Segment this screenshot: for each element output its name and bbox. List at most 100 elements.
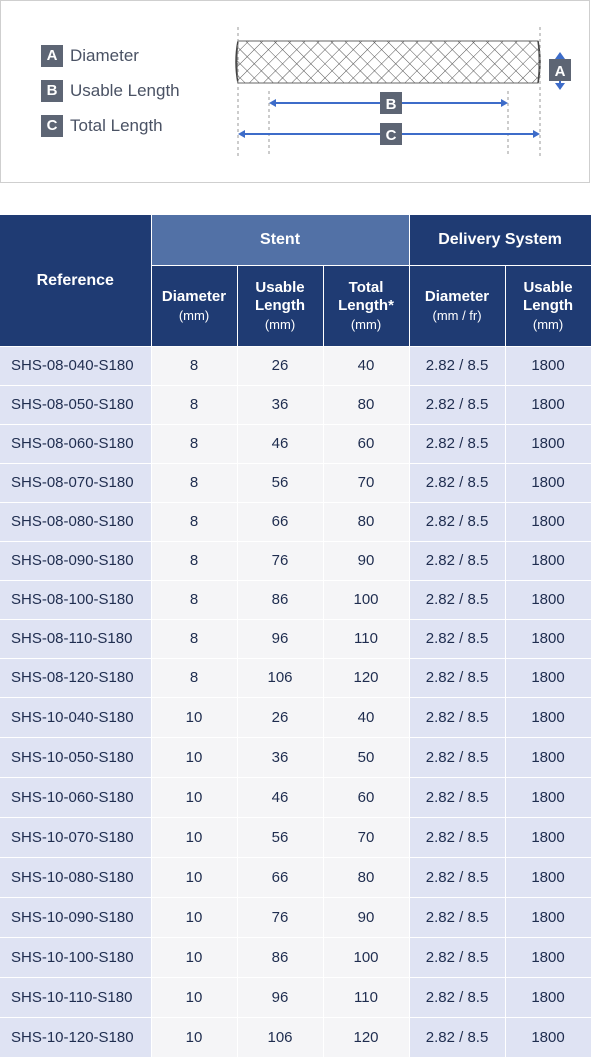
- table-row: SHS-08-090-S180 8 76 90 2.82 / 8.5 1800: [0, 541, 591, 581]
- cell-reference: SHS-08-040-S180: [0, 346, 152, 386]
- cell-stent-diameter: 8: [151, 619, 238, 659]
- table-row: SHS-10-100-S180 10 86 100 2.82 / 8.5 1800: [0, 937, 591, 978]
- table-row: SHS-10-120-S180 10 106 120 2.82 / 8.5 1800: [0, 1017, 591, 1058]
- cell-reference: SHS-08-050-S180: [0, 385, 152, 425]
- cell-stent-usable-length: 96: [237, 619, 324, 659]
- cell-delivery-usable-length: 1800: [505, 424, 591, 464]
- cell-stent-total-length: 60: [323, 777, 410, 818]
- header-delivery-diameter-unit: (mm / fr): [432, 307, 482, 323]
- cell-stent-usable-length: 26: [237, 346, 324, 386]
- cell-stent-usable-length: 86: [237, 937, 324, 978]
- cell-stent-total-length: 40: [323, 696, 410, 738]
- cell-stent-total-length: 100: [323, 580, 410, 620]
- cell-stent-diameter: 10: [151, 817, 238, 858]
- table-row: SHS-08-060-S180 8 46 60 2.82 / 8.5 1800: [0, 424, 591, 464]
- cell-stent-diameter: 8: [151, 385, 238, 425]
- cell-delivery-diameter: 2.82 / 8.5: [409, 658, 506, 698]
- cell-stent-usable-length: 76: [237, 897, 324, 938]
- cell-stent-total-length: 110: [323, 619, 410, 659]
- cell-delivery-diameter: 2.82 / 8.5: [409, 817, 506, 858]
- product-spec-table-wrapper: Reference Stent Delivery System Diameter…: [0, 215, 591, 1058]
- cell-stent-usable-length: 56: [237, 463, 324, 503]
- cell-reference: SHS-10-050-S180: [0, 737, 152, 778]
- marker-a: A: [555, 63, 566, 80]
- cell-delivery-usable-length: 1800: [505, 897, 591, 938]
- diameter-arrow: A: [549, 52, 571, 90]
- cell-stent-total-length: 80: [323, 385, 410, 425]
- cell-stent-usable-length: 26: [237, 696, 324, 738]
- cell-reference: SHS-10-080-S180: [0, 857, 152, 898]
- header-stent-diameter: Diameter (mm): [151, 265, 238, 347]
- cell-delivery-diameter: 2.82 / 8.5: [409, 619, 506, 659]
- cell-stent-diameter: 10: [151, 696, 238, 738]
- cell-delivery-usable-length: 1800: [505, 580, 591, 620]
- marker-b: B: [386, 96, 397, 113]
- cell-stent-usable-length: 36: [237, 385, 324, 425]
- table-row: SHS-10-060-S180 10 46 60 2.82 / 8.5 1800: [0, 777, 591, 818]
- cell-stent-usable-length: 96: [237, 977, 324, 1018]
- cell-delivery-usable-length: 1800: [505, 502, 591, 542]
- marker-c: C: [386, 127, 397, 144]
- cell-stent-diameter: 10: [151, 737, 238, 778]
- table-row: SHS-08-050-S180 8 36 80 2.82 / 8.5 1800: [0, 385, 591, 425]
- cell-delivery-diameter: 2.82 / 8.5: [409, 937, 506, 978]
- cell-stent-diameter: 8: [151, 424, 238, 464]
- cell-stent-usable-length: 46: [237, 424, 324, 464]
- cell-delivery-usable-length: 1800: [505, 463, 591, 503]
- table-row: SHS-08-040-S180 8 26 40 2.82 / 8.5 1800: [0, 346, 591, 386]
- cell-delivery-usable-length: 1800: [505, 777, 591, 818]
- cell-reference: SHS-08-090-S180: [0, 541, 152, 581]
- cell-delivery-usable-length: 1800: [505, 817, 591, 858]
- header-stent-total-length: Total Length* (mm): [323, 265, 410, 347]
- cell-delivery-usable-length: 1800: [505, 857, 591, 898]
- cell-stent-total-length: 70: [323, 817, 410, 858]
- cell-delivery-diameter: 2.82 / 8.5: [409, 541, 506, 581]
- header-reference: Reference: [0, 215, 152, 347]
- cell-delivery-diameter: 2.82 / 8.5: [409, 737, 506, 778]
- cell-stent-diameter: 8: [151, 502, 238, 542]
- cell-stent-diameter: 10: [151, 977, 238, 1018]
- table-row: SHS-10-070-S180 10 56 70 2.82 / 8.5 1800: [0, 817, 591, 858]
- cell-stent-total-length: 80: [323, 502, 410, 542]
- cell-reference: SHS-08-100-S180: [0, 580, 152, 620]
- usable-length-arrow: B: [269, 92, 508, 114]
- cell-delivery-diameter: 2.82 / 8.5: [409, 897, 506, 938]
- cell-delivery-diameter: 2.82 / 8.5: [409, 777, 506, 818]
- cell-delivery-diameter: 2.82 / 8.5: [409, 857, 506, 898]
- table-row: SHS-08-100-S180 8 86 100 2.82 / 8.5 1800: [0, 580, 591, 620]
- cell-stent-total-length: 90: [323, 897, 410, 938]
- table-row: SHS-08-070-S180 8 56 70 2.82 / 8.5 1800: [0, 463, 591, 503]
- table-row: SHS-10-090-S180 10 76 90 2.82 / 8.5 1800: [0, 897, 591, 938]
- stent-illustration: A B C: [235, 27, 571, 156]
- cell-delivery-usable-length: 1800: [505, 1017, 591, 1058]
- cell-reference: SHS-10-060-S180: [0, 777, 152, 818]
- legend-label-diameter: Diameter: [70, 46, 139, 65]
- table-row: SHS-10-110-S180 10 96 110 2.82 / 8.5 1800: [0, 977, 591, 1018]
- header-delivery-usable-length: Usable Length (mm): [505, 265, 591, 347]
- cell-stent-diameter: 8: [151, 541, 238, 581]
- cell-delivery-diameter: 2.82 / 8.5: [409, 424, 506, 464]
- cell-stent-usable-length: 106: [237, 1017, 324, 1058]
- cell-reference: SHS-08-080-S180: [0, 502, 152, 542]
- cell-delivery-usable-length: 1800: [505, 346, 591, 386]
- cell-stent-diameter: 8: [151, 580, 238, 620]
- cell-stent-total-length: 110: [323, 977, 410, 1018]
- table-row: SHS-08-080-S180 8 66 80 2.82 / 8.5 1800: [0, 502, 591, 542]
- cell-stent-total-length: 120: [323, 658, 410, 698]
- stent-diagram-panel: A Diameter B Usable Length C Total Lengt…: [0, 0, 590, 183]
- cell-reference: SHS-10-100-S180: [0, 937, 152, 978]
- cell-reference: SHS-10-110-S180: [0, 977, 152, 1018]
- cell-stent-total-length: 40: [323, 346, 410, 386]
- cell-delivery-usable-length: 1800: [505, 696, 591, 738]
- table-row: SHS-08-120-S180 8 106 120 2.82 / 8.5 1800: [0, 658, 591, 698]
- header-delivery-diameter: Diameter (mm / fr): [409, 265, 506, 347]
- legend-badge-c: C: [41, 115, 63, 137]
- legend-badge-a: A: [41, 45, 63, 67]
- legend-badge-b: B: [41, 80, 63, 102]
- header-stent-usable-length-label: Usable Length: [255, 278, 305, 314]
- header-group-delivery-system: Delivery System: [409, 215, 591, 266]
- cell-stent-total-length: 100: [323, 937, 410, 978]
- cell-reference: SHS-10-040-S180: [0, 696, 152, 738]
- cell-stent-usable-length: 106: [237, 658, 324, 698]
- cell-stent-diameter: 10: [151, 1017, 238, 1058]
